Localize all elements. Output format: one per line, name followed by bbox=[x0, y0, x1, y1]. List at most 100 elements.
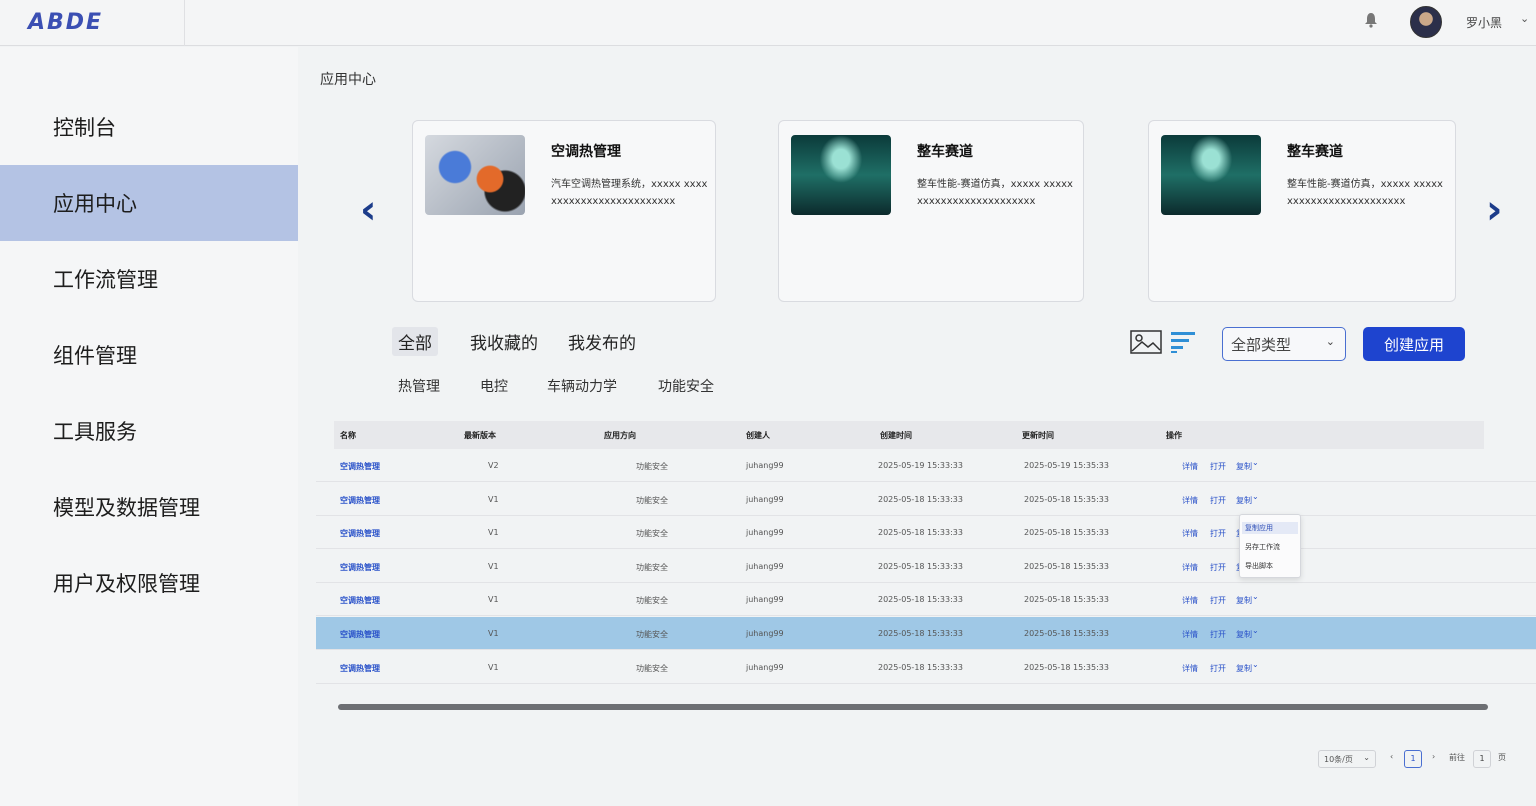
sidebar-item-label: 组件管理 bbox=[53, 344, 137, 368]
open-link[interactable]: 打开 bbox=[1210, 562, 1226, 573]
subtab-thermal[interactable]: 热管理 bbox=[398, 376, 440, 396]
detail-link[interactable]: 详情 bbox=[1182, 629, 1198, 640]
card-title: 空调热管理 bbox=[551, 144, 621, 160]
app-card[interactable]: 整车赛道 整车性能-赛道仿真，xxxxx xxxxxxxxxxxxxxxxxxx… bbox=[1148, 120, 1456, 302]
detail-link[interactable]: 详情 bbox=[1182, 461, 1198, 472]
dropdown-item-save-workflow[interactable]: 另存工作流 bbox=[1245, 542, 1280, 552]
bell-icon[interactable] bbox=[1364, 12, 1378, 32]
list-view-icon[interactable] bbox=[1170, 330, 1196, 358]
carousel-next-icon[interactable]: › bbox=[1486, 187, 1502, 233]
created-time-cell: 2025-05-19 15:33:33 bbox=[878, 461, 963, 470]
dropdown-item-copy-app[interactable]: 复制应用 bbox=[1242, 522, 1298, 534]
sidebar-item-console[interactable]: 控制台 bbox=[0, 89, 298, 165]
card-desc: 整车性能-赛道仿真，xxxxx xxxxxxxxxxxxxxxxxxxxxxxx… bbox=[1287, 179, 1443, 207]
image-view-icon[interactable] bbox=[1130, 330, 1162, 358]
copy-link[interactable]: 复制 bbox=[1236, 663, 1252, 674]
detail-link[interactable]: 详情 bbox=[1182, 663, 1198, 674]
open-link[interactable]: 打开 bbox=[1210, 495, 1226, 506]
type-select-value: 全部类型 bbox=[1231, 336, 1292, 354]
app-name-link[interactable]: 空调热管理 bbox=[340, 595, 380, 606]
detail-link[interactable]: 详情 bbox=[1182, 495, 1198, 506]
dropdown-item-export-script[interactable]: 导出脚本 bbox=[1245, 561, 1273, 571]
subtab-electronic-control[interactable]: 电控 bbox=[480, 376, 508, 396]
app-name-link[interactable]: 空调热管理 bbox=[340, 495, 380, 506]
app-logo[interactable]: ABDE bbox=[28, 10, 103, 35]
sidebar-item-label: 工作流管理 bbox=[53, 268, 158, 292]
table-row[interactable]: 空调热管理 V2 功能安全 juhang99 2025-05-19 15:33:33 20… bbox=[316, 449, 1536, 482]
version-cell: V1 bbox=[488, 595, 499, 605]
app-name-link[interactable]: 空调热管理 bbox=[340, 629, 380, 640]
page-size-select[interactable]: 10条/页 ⌄ bbox=[1318, 750, 1376, 768]
avatar[interactable] bbox=[1410, 6, 1442, 38]
copy-link[interactable]: 复制 bbox=[1236, 495, 1252, 506]
table-row[interactable]: 空调热管理 V1 功能安全 juhang99 2025-05-18 15:33:33 20… bbox=[316, 550, 1536, 583]
detail-link[interactable]: 详情 bbox=[1182, 562, 1198, 573]
card-desc: 汽车空调热管理系统，xxxxx xxxxxxxxxxxxxxxxxxxxxxxx… bbox=[551, 179, 708, 207]
app-name-link[interactable]: 空调热管理 bbox=[340, 562, 380, 573]
column-header: 更新时间 bbox=[1022, 431, 1054, 440]
chevron-down-icon[interactable]: ⌄ bbox=[1252, 660, 1259, 669]
sidebar-item-models-data[interactable]: 模型及数据管理 bbox=[0, 469, 298, 545]
goto-label: 前往 bbox=[1449, 753, 1465, 762]
tab-all[interactable]: 全部 bbox=[392, 327, 438, 356]
app-name-link[interactable]: 空调热管理 bbox=[340, 663, 380, 674]
app-card[interactable]: 空调热管理 汽车空调热管理系统，xxxxx xxxxxxxxxxxxxxxxxx… bbox=[412, 120, 716, 302]
open-link[interactable]: 打开 bbox=[1210, 663, 1226, 674]
table-row[interactable]: 空调热管理 V1 功能安全 juhang99 2025-05-18 15:33:33 20… bbox=[316, 617, 1536, 650]
page-size-value: 10条/页 bbox=[1324, 755, 1353, 764]
goto-page-input[interactable]: 1 bbox=[1473, 750, 1491, 768]
tab-published[interactable]: 我发布的 bbox=[562, 327, 642, 356]
table-row[interactable]: 空调热管理 V1 功能安全 juhang99 2025-05-18 15:33:33 20… bbox=[316, 483, 1536, 516]
created-time-cell: 2025-05-18 15:33:33 bbox=[878, 629, 963, 638]
column-header: 操作 bbox=[1166, 431, 1182, 440]
table-row[interactable]: 空调热管理 V1 功能安全 juhang99 2025-05-18 15:33:33 20… bbox=[316, 583, 1536, 617]
subtab-vehicle-dynamics[interactable]: 车辆动力学 bbox=[547, 376, 617, 396]
open-link[interactable]: 打开 bbox=[1210, 528, 1226, 539]
sidebar-item-components[interactable]: 组件管理 bbox=[0, 317, 298, 393]
username[interactable]: 罗小黑 bbox=[1466, 14, 1502, 31]
table-row[interactable]: 空调热管理 V1 功能安全 juhang99 2025-05-18 15:33:33 20… bbox=[316, 516, 1536, 550]
chevron-down-icon[interactable]: ⌄ bbox=[1252, 592, 1259, 601]
tab-favorites[interactable]: 我收藏的 bbox=[464, 327, 544, 356]
prev-page-icon[interactable]: ‹ bbox=[1390, 752, 1393, 761]
subtab-functional-safety[interactable]: 功能安全 bbox=[658, 376, 714, 396]
chevron-down-icon[interactable]: ⌄ bbox=[1252, 458, 1259, 467]
next-page-icon[interactable]: › bbox=[1432, 752, 1435, 761]
sidebar-item-app-center[interactable]: 应用中心 bbox=[0, 165, 298, 241]
detail-link[interactable]: 详情 bbox=[1182, 595, 1198, 606]
sidebar: 控制台 应用中心 工作流管理 组件管理 工具服务 模型及数据管理 用户及权限管理 bbox=[0, 47, 298, 806]
carousel-prev-icon[interactable]: ‹ bbox=[360, 187, 376, 233]
chevron-down-icon[interactable]: ⌄ bbox=[1252, 626, 1259, 635]
created-time-cell: 2025-05-18 15:33:33 bbox=[878, 595, 963, 605]
sidebar-item-workflow[interactable]: 工作流管理 bbox=[0, 241, 298, 317]
current-page[interactable]: 1 bbox=[1404, 750, 1422, 768]
copy-link[interactable]: 复制 bbox=[1236, 595, 1252, 606]
version-cell: V1 bbox=[488, 561, 499, 571]
open-link[interactable]: 打开 bbox=[1210, 629, 1226, 640]
direction-cell: 功能安全 bbox=[636, 562, 668, 572]
create-app-button[interactable]: 创建应用 bbox=[1363, 327, 1465, 361]
version-cell: V1 bbox=[488, 494, 499, 504]
chevron-down-icon[interactable]: ⌄ bbox=[1252, 492, 1259, 501]
sidebar-item-users-permissions[interactable]: 用户及权限管理 bbox=[0, 545, 298, 621]
app-name-link[interactable]: 空调热管理 bbox=[340, 528, 380, 539]
creator-cell: juhang99 bbox=[746, 461, 784, 470]
open-link[interactable]: 打开 bbox=[1210, 595, 1226, 606]
copy-link[interactable]: 复制 bbox=[1236, 629, 1252, 640]
direction-cell: 功能安全 bbox=[636, 529, 668, 539]
sidebar-item-label: 控制台 bbox=[53, 116, 116, 140]
sidebar-item-tools[interactable]: 工具服务 bbox=[0, 393, 298, 469]
app-name-link[interactable]: 空调热管理 bbox=[340, 461, 380, 472]
creator-cell: juhang99 bbox=[746, 629, 784, 638]
type-select[interactable]: 全部类型 ⌄ bbox=[1222, 327, 1346, 361]
creator-cell: juhang99 bbox=[746, 662, 784, 672]
table-row[interactable]: 空调热管理 V1 功能安全 juhang99 2025-05-18 15:33:33 20… bbox=[316, 651, 1536, 684]
version-cell: V1 bbox=[488, 629, 499, 638]
chevron-down-icon[interactable]: ⌄ bbox=[1520, 12, 1529, 25]
detail-link[interactable]: 详情 bbox=[1182, 528, 1198, 539]
app-card[interactable]: 整车赛道 整车性能-赛道仿真，xxxxx xxxxxxxxxxxxxxxxxxx… bbox=[778, 120, 1084, 302]
copy-link[interactable]: 复制 bbox=[1236, 461, 1252, 472]
open-link[interactable]: 打开 bbox=[1210, 461, 1226, 472]
horizontal-scrollbar[interactable] bbox=[338, 704, 1488, 710]
column-header: 名称 bbox=[340, 431, 356, 440]
